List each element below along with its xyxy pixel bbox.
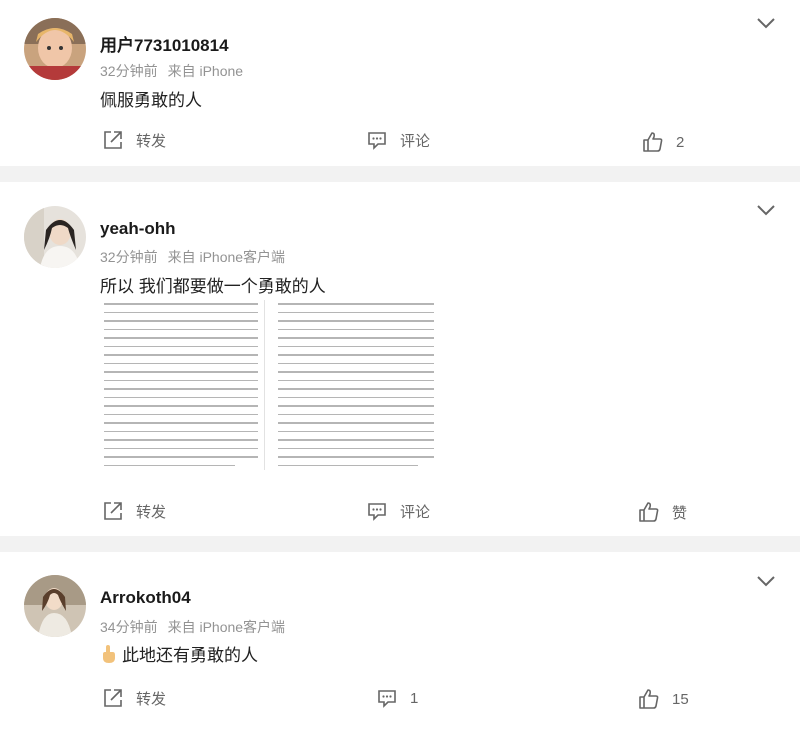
post-text: 所以 我们都要做一个勇敢的人	[100, 277, 326, 296]
share-icon	[104, 502, 122, 520]
raised-hand-emoji-icon	[103, 644, 115, 663]
thumb-up-icon	[639, 502, 659, 522]
share-label: 转发	[136, 690, 167, 708]
share-label: 转发	[136, 132, 167, 150]
post-source: 来自 iPhone客户端	[167, 619, 286, 635]
attached-image-1[interactable]	[104, 298, 258, 474]
like-count: 15	[672, 690, 689, 708]
post-text-row: 此地还有勇敢的人	[100, 641, 258, 666]
post-meta: 32分钟前 来自 iPhone客户端	[100, 247, 285, 267]
comment-label: 评论	[400, 503, 431, 521]
post-time: 32分钟前	[100, 249, 158, 265]
comment-count: 1	[410, 689, 419, 707]
share-button[interactable]: 转发	[102, 500, 166, 522]
thumb-up-icon	[643, 132, 663, 152]
share-button[interactable]: 转发	[102, 687, 166, 709]
share-label: 转发	[136, 503, 167, 521]
image-divider	[264, 300, 265, 470]
post-source: 来自 iPhone	[167, 63, 244, 79]
post-time: 32分钟前	[100, 63, 158, 79]
like-button[interactable]: 赞	[638, 501, 687, 523]
chevron-down-icon[interactable]	[756, 574, 776, 588]
post-text: 此地还有勇敢的人	[122, 646, 258, 665]
like-label: 赞	[672, 504, 688, 522]
attached-image-2[interactable]	[278, 298, 434, 474]
post-time: 34分钟前	[100, 619, 158, 635]
avatar[interactable]	[24, 575, 86, 637]
chevron-down-icon[interactable]	[756, 16, 776, 30]
comment-button[interactable]: 评论	[366, 129, 430, 151]
username[interactable]: yeah-ohh	[100, 219, 176, 239]
comment-card-1: 用户7731010814 32分钟前 来自 iPhone 佩服勇敢的人 转发 评论…	[0, 0, 800, 166]
thumb-up-icon	[639, 689, 659, 709]
comment-icon	[368, 132, 386, 150]
comment-button[interactable]: 1	[376, 687, 418, 709]
comment-icon	[368, 503, 386, 521]
comment-icon	[378, 690, 396, 708]
like-count: 2	[676, 133, 685, 151]
comment-label: 评论	[400, 132, 431, 150]
comment-button[interactable]: 评论	[366, 500, 430, 522]
like-button[interactable]: 2	[642, 131, 684, 153]
chevron-down-icon[interactable]	[756, 203, 776, 217]
post-text: 佩服勇敢的人	[100, 91, 202, 110]
post-meta: 34分钟前 来自 iPhone客户端	[100, 617, 285, 637]
avatar[interactable]	[24, 18, 86, 80]
username[interactable]: 用户7731010814	[100, 31, 229, 56]
post-source: 来自 iPhone客户端	[167, 249, 286, 265]
comment-card-3: Arrokoth04 34分钟前 来自 iPhone客户端 此地还有勇敢的人 转发…	[0, 552, 800, 732]
comment-card-2: yeah-ohh 32分钟前 来自 iPhone客户端 所以 我们都要做一个勇敢的…	[0, 182, 800, 536]
username[interactable]: Arrokoth04	[100, 588, 191, 608]
share-icon	[104, 689, 122, 707]
post-meta: 32分钟前 来自 iPhone	[100, 61, 243, 81]
like-button[interactable]: 15	[638, 688, 689, 710]
share-icon	[104, 131, 122, 149]
avatar[interactable]	[24, 206, 86, 268]
share-button[interactable]: 转发	[102, 129, 166, 151]
